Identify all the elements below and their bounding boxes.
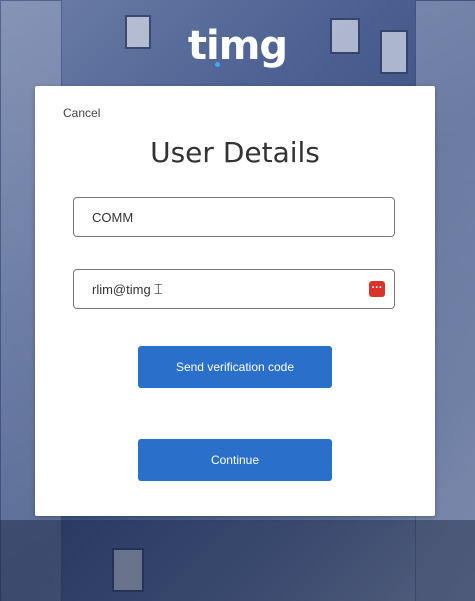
name-field-value: COMM	[92, 209, 134, 225]
bg-shadow	[0, 520, 475, 601]
email-field[interactable]: rlim@timg ⌶ ···	[73, 269, 395, 309]
user-details-card: Cancel User Details COMM rlim@timg ⌶ ···…	[35, 86, 435, 516]
cancel-link[interactable]: Cancel	[63, 106, 100, 120]
continue-button[interactable]: Continue	[138, 439, 332, 481]
text-cursor-icon: ⌶	[153, 280, 163, 298]
send-verification-code-button[interactable]: Send verification code	[138, 346, 332, 388]
timg-logo: timg	[187, 23, 288, 69]
email-field-value: rlim@timg	[92, 281, 151, 297]
name-field[interactable]: COMM	[73, 197, 395, 237]
password-manager-icon[interactable]: ···	[369, 281, 385, 297]
logo-accent-dot	[215, 62, 220, 67]
page-title: User Details	[150, 136, 320, 169]
